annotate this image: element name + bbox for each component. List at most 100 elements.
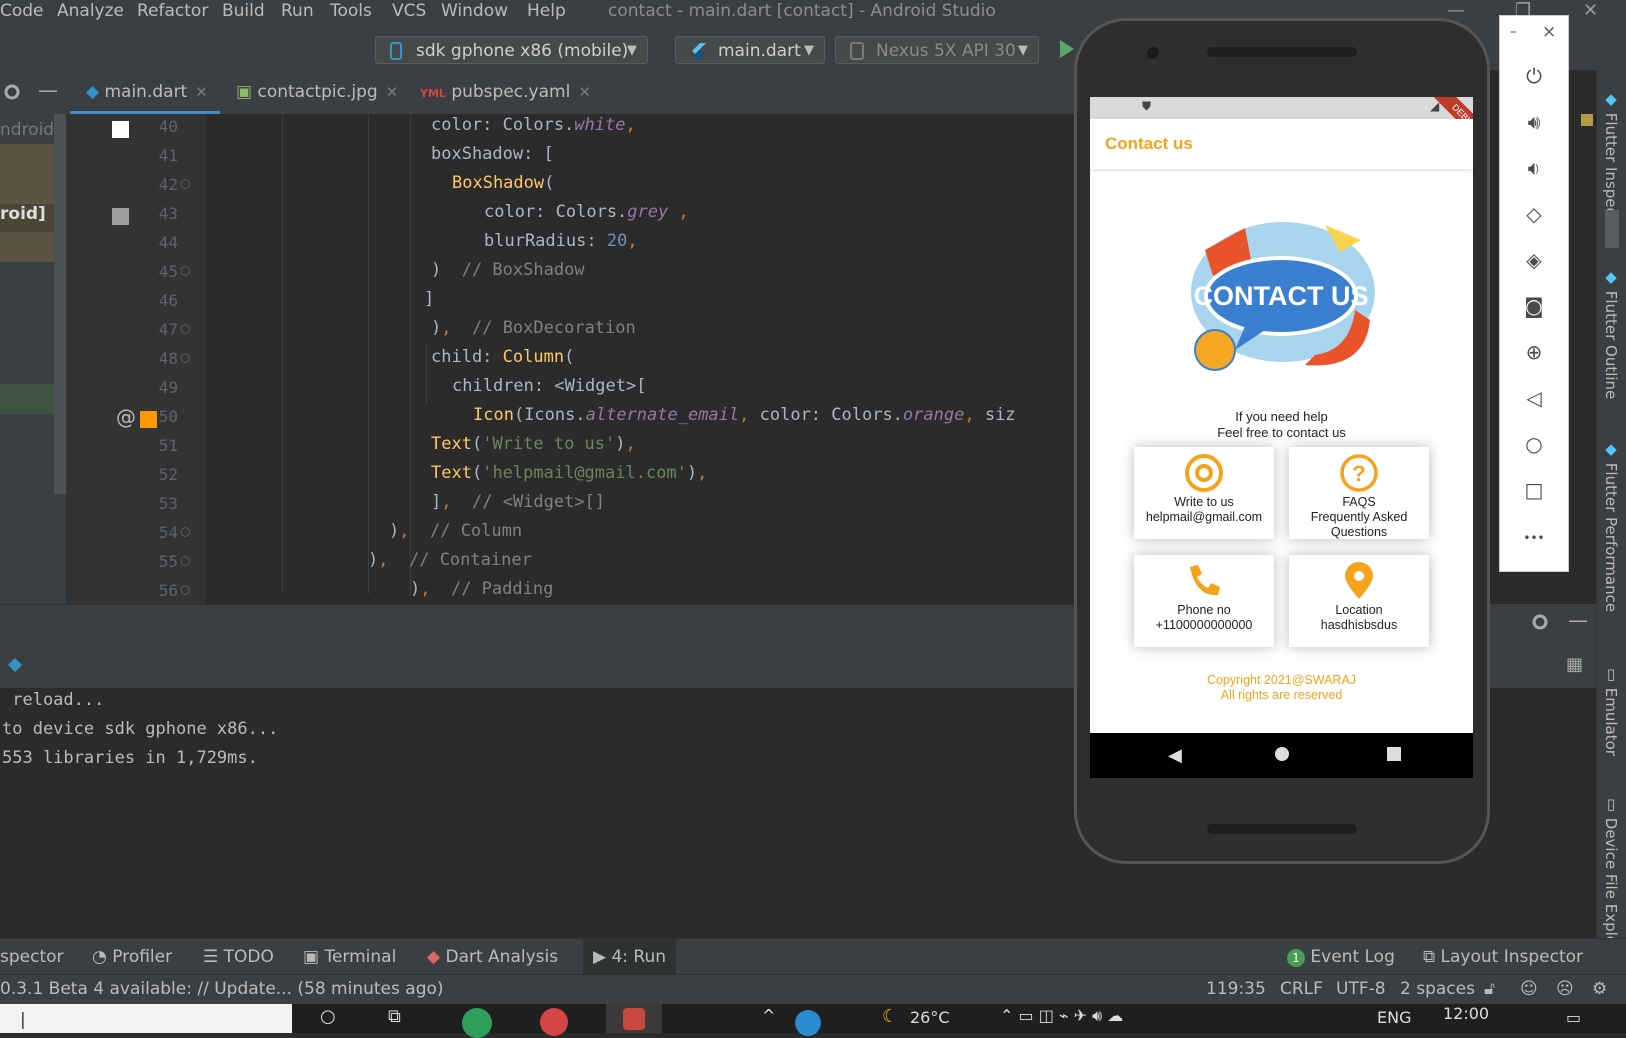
menu-build[interactable]: Build (222, 1, 265, 21)
notification-icon[interactable]: ▭ (1566, 1008, 1581, 1027)
line-number: 49 (158, 378, 178, 397)
emulator-tab[interactable]: ▯ Emulator (1602, 665, 1620, 756)
recents-icon[interactable] (1387, 747, 1401, 761)
clock[interactable]: 12:00 (1443, 1004, 1489, 1023)
menu-refactor[interactable]: Refactor (137, 1, 208, 21)
minimize-icon[interactable]: — (1447, 0, 1465, 21)
menu-tools[interactable]: Tools (330, 1, 372, 21)
fold-icon[interactable]: ⬡ (180, 322, 190, 336)
phone-card[interactable]: Phone no +1100000000000 (1134, 555, 1274, 647)
scrollbar-thumb[interactable] (1605, 210, 1619, 248)
memory-icon[interactable]: ⚙ (1592, 979, 1607, 999)
fold-icon[interactable]: ⬡ (180, 583, 190, 597)
device-file-explorer-tab[interactable]: ▯ Device File Explor (1602, 795, 1620, 951)
input-language[interactable]: ENG (1377, 1008, 1411, 1027)
update-message[interactable]: 0.3.1 Beta 4 available: // Update... (58… (0, 979, 444, 999)
fold-icon[interactable]: ⬡ (180, 177, 190, 191)
lock-icon[interactable]: 🔓︎ (1484, 979, 1495, 999)
close-icon[interactable]: ✕ (1583, 0, 1598, 21)
sad-icon[interactable]: ☹ (1556, 979, 1574, 999)
search-icon[interactable]: ○ (320, 1006, 336, 1027)
at-icon[interactable]: @ (116, 405, 136, 429)
write-to-us-card[interactable]: Write to us helpmail@gmail.com (1134, 447, 1274, 539)
camera-screenshot-icon[interactable]: ◙ (1520, 292, 1548, 320)
temperature[interactable]: 26°C (910, 1008, 950, 1027)
menu-help[interactable]: Help (527, 1, 566, 21)
power-icon[interactable]: ⏻ (1520, 62, 1548, 90)
android-studio-task[interactable] (606, 1004, 662, 1033)
hide-panel-icon[interactable]: — (38, 78, 58, 102)
settings-gear-icon[interactable] (2, 82, 22, 102)
dart-analysis-tab[interactable]: ◆ Dart Analysis (427, 947, 558, 967)
menu-window[interactable]: Window (441, 1, 508, 21)
flutter-outline-tab[interactable]: ◆ Flutter Outline (1602, 268, 1620, 399)
flutter-performance-tab[interactable]: ◆ Flutter Performance (1602, 440, 1620, 612)
scrollbar[interactable] (54, 114, 66, 494)
back-icon[interactable]: ◀ (1168, 745, 1182, 766)
event-log-tab[interactable]: 1 Event Log (1287, 947, 1395, 967)
device-selector[interactable]: sdk gphone x86 (mobile) ▼ (375, 36, 648, 64)
code-token: color: Colors. (431, 115, 575, 135)
settings-gear-icon[interactable] (1530, 612, 1550, 632)
chevron-up-icon[interactable]: ^ (762, 1006, 775, 1025)
run-icon[interactable] (1058, 39, 1076, 59)
volume-down-icon[interactable]: 🔉︎ (1520, 154, 1548, 182)
color-swatch-grey[interactable] (112, 208, 129, 225)
layout-icon[interactable]: ▦ (1566, 654, 1583, 675)
inspector-tab[interactable]: spector (0, 947, 64, 967)
tray-app-icon[interactable] (795, 1010, 821, 1036)
tab-pubspec[interactable]: YML pubspec.yaml ✕ (420, 70, 591, 114)
task-view-icon[interactable]: ⧉ (388, 1006, 401, 1027)
file-encoding[interactable]: UTF-8 (1336, 979, 1386, 999)
code-editor[interactable]: color: Colors.white, boxShadow: [BoxShado… (206, 114, 1080, 604)
fold-icon[interactable]: ⬡ (180, 351, 190, 365)
fold-icon[interactable]: ⬡ (180, 554, 190, 568)
fold-icon[interactable]: ⬡ (180, 525, 190, 539)
run-tab[interactable]: ▶ 4: Run (583, 939, 677, 975)
project-row[interactable]: roid] (0, 204, 54, 232)
more-icon[interactable]: ••• (1520, 524, 1548, 552)
layout-inspector-tab[interactable]: ⧉ Layout Inspector (1423, 947, 1583, 967)
dart-devtools-icon[interactable] (4, 654, 26, 676)
zoom-icon[interactable]: ⊕ (1520, 338, 1548, 366)
profiler-tab[interactable]: ◔ Profiler (92, 947, 172, 967)
line-separator[interactable]: CRLF (1280, 979, 1323, 999)
close-tab-icon[interactable]: ✕ (195, 83, 208, 101)
phone-screen[interactable]: ⛊ ◢ ▮ DEBUG Contact us CONTACT US If you… (1090, 97, 1473, 733)
tab-contactpic[interactable]: ▣ contactpic.jpg ✕ (236, 70, 398, 114)
menu-vcs[interactable]: VCS (392, 1, 426, 21)
fold-icon[interactable]: ⬡ (180, 264, 190, 278)
minimize-icon[interactable]: – (1510, 24, 1517, 40)
run-config-selector[interactable]: main.dart ▼ (675, 36, 825, 64)
home-icon[interactable]: ○ (1520, 430, 1548, 458)
todo-tab[interactable]: ☰ TODO (203, 947, 274, 967)
avd-selector[interactable]: Nexus 5X API 30 ▼ (835, 36, 1039, 64)
chrome-icon[interactable] (462, 1008, 492, 1038)
rotate-right-icon[interactable]: ◈ (1520, 246, 1548, 274)
faqs-card[interactable]: ? FAQS Frequently Asked Questions (1289, 447, 1429, 539)
close-tab-icon[interactable]: ✕ (386, 83, 399, 101)
app-icon[interactable] (540, 1008, 568, 1036)
taskbar-search-box[interactable]: | (0, 1004, 292, 1033)
close-tab-icon[interactable]: ✕ (578, 83, 591, 101)
terminal-tab[interactable]: ▣ Terminal (303, 947, 396, 967)
hide-panel-icon[interactable]: — (1568, 608, 1588, 632)
menu-code[interactable]: Code (0, 1, 44, 21)
close-icon[interactable]: × (1542, 22, 1556, 42)
run-console[interactable]: reload... to device sdk gphone x86... 55… (0, 688, 1080, 938)
indent-setting[interactable]: 2 spaces (1400, 979, 1475, 999)
menu-run[interactable]: Run (281, 1, 314, 21)
menu-analyze[interactable]: Analyze (57, 1, 124, 21)
volume-up-icon[interactable]: 🔊︎ (1520, 108, 1548, 136)
color-swatch-white[interactable] (112, 121, 129, 138)
color-swatch-orange[interactable] (140, 411, 157, 428)
tab-main-dart[interactable]: ◆ main.dart ✕ (70, 70, 220, 114)
overview-icon[interactable]: □ (1520, 476, 1548, 504)
back-icon[interactable]: ◁ (1520, 384, 1548, 412)
rotate-left-icon[interactable]: ◇ (1520, 200, 1548, 228)
caret-position[interactable]: 119:35 (1206, 979, 1266, 999)
smile-icon[interactable]: ☺ (1520, 979, 1538, 999)
home-icon[interactable] (1275, 747, 1289, 761)
location-card[interactable]: Location hasdhisbsdus (1289, 555, 1429, 647)
tray-icons[interactable]: ⌃ ▭ ◫ ⌁ ✈ 🔊︎ ☁ (1000, 1006, 1123, 1026)
